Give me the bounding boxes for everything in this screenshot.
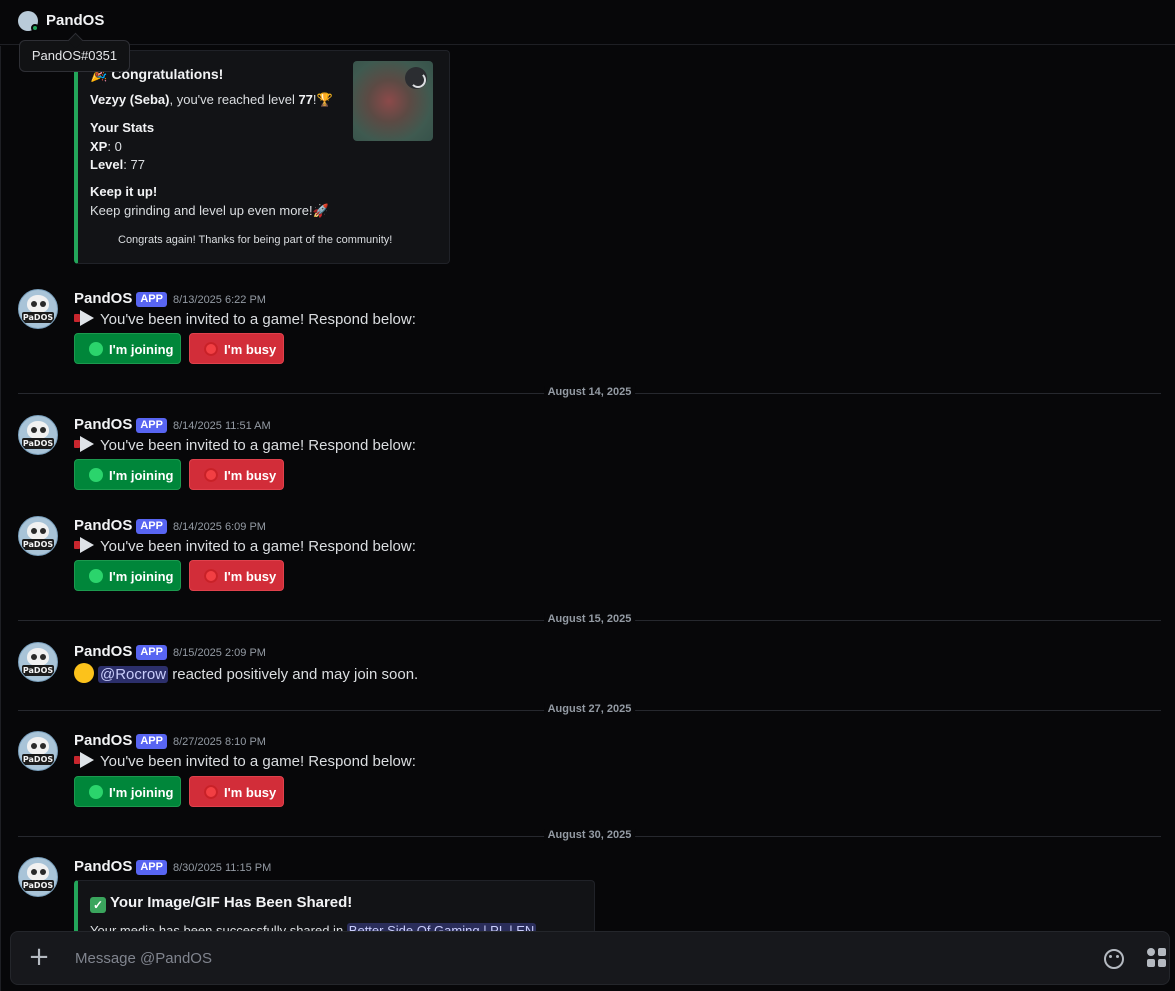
join-button[interactable]: I'm joining: [74, 459, 181, 490]
megaphone-icon: [74, 752, 96, 768]
author-avatar[interactable]: PaDOS: [18, 857, 58, 897]
message-header: PandOS APP 8/15/2025 2:09 PM: [74, 643, 266, 661]
red-circle-icon: [204, 569, 218, 583]
date-divider: August 15, 2025: [18, 613, 1161, 625]
user-mention[interactable]: @Rocrow: [98, 666, 169, 683]
level-up-embed: 🎉 Congratulations! Vezyy (Seba), you've …: [74, 50, 450, 264]
smiley-icon: [74, 663, 94, 683]
app-badge: APP: [136, 418, 167, 433]
green-circle-icon: [89, 785, 103, 799]
red-circle-icon: [204, 342, 218, 356]
megaphone-icon: [74, 436, 96, 452]
embed-xp: XP: 0: [90, 139, 122, 154]
megaphone-icon: [74, 537, 96, 553]
message-header: PandOS APP 8/14/2025 11:51 AM: [74, 416, 271, 434]
author-avatar[interactable]: PaDOS: [18, 642, 58, 682]
message-input[interactable]: Message @PandOS: [75, 950, 212, 967]
message-header: PandOS APP 8/14/2025 6:09 PM: [74, 517, 266, 535]
join-button[interactable]: I'm joining: [74, 333, 181, 364]
message-list[interactable]: 🎉 Congratulations! Vezyy (Seba), you've …: [0, 46, 1175, 931]
message-text: @Rocrow reacted positively and may join …: [74, 663, 418, 683]
username-tooltip: PandOS#0351: [19, 40, 130, 72]
green-circle-icon: [89, 569, 103, 583]
author-name[interactable]: PandOS: [74, 643, 132, 660]
embed-keep-heading: Keep it up!: [90, 184, 158, 199]
megaphone-icon: [74, 310, 96, 326]
message-header: PandOS APP 8/30/2025 11:15 PM: [74, 858, 271, 876]
add-attachment-icon[interactable]: +: [27, 944, 51, 970]
join-button[interactable]: I'm joining: [74, 776, 181, 807]
author-name[interactable]: PandOS: [74, 416, 132, 433]
embed-footer: Congrats again! Thanks for being part of…: [118, 234, 393, 246]
embed-stats-heading: Your Stats: [90, 120, 155, 135]
embed-keep-text: Keep grinding and level up even more! 🚀: [90, 203, 329, 219]
busy-button[interactable]: I'm busy: [189, 459, 284, 490]
timestamp[interactable]: 8/15/2025 2:09 PM: [173, 647, 266, 659]
embed-text: Your media has been successfully shared …: [90, 923, 537, 931]
message-header: PandOS APP 8/13/2025 6:22 PM: [74, 290, 266, 308]
check-mark-icon: ✓: [90, 897, 106, 913]
embed-level-line: Vezyy (Seba), you've reached level 77! 🏆: [90, 92, 333, 108]
app-badge: APP: [136, 860, 167, 875]
busy-button[interactable]: I'm busy: [189, 560, 284, 591]
rocket-icon: 🚀: [312, 204, 329, 219]
author-avatar[interactable]: PaDOS: [18, 731, 58, 771]
date-divider: August 30, 2025: [18, 829, 1161, 841]
date-divider: August 14, 2025: [18, 386, 1161, 398]
busy-button[interactable]: I'm busy: [189, 333, 284, 364]
message-text: You've been invited to a game! Respond b…: [74, 310, 416, 328]
red-circle-icon: [204, 785, 218, 799]
timestamp[interactable]: 8/27/2025 8:10 PM: [173, 736, 266, 748]
embed-title: ✓ Your Image/GIF Has Been Shared!: [90, 894, 352, 913]
red-circle-icon: [204, 468, 218, 482]
emoji-picker-icon[interactable]: [1104, 949, 1124, 969]
author-name[interactable]: PandOS: [74, 517, 132, 534]
message-text: You've been invited to a game! Respond b…: [74, 537, 416, 555]
channel-mention[interactable]: Better Side Of Gaming | PL | EN: [346, 923, 537, 931]
trophy-icon: 🏆: [316, 93, 333, 108]
embed-level: Level: 77: [90, 157, 145, 172]
author-name[interactable]: PandOS: [74, 732, 132, 749]
message-header: PandOS APP 8/27/2025 8:10 PM: [74, 732, 266, 750]
embed-thumbnail[interactable]: [353, 61, 433, 141]
loading-spinner-icon: [405, 67, 427, 89]
app-badge: APP: [136, 645, 167, 660]
green-circle-icon: [89, 342, 103, 356]
app-badge: APP: [136, 519, 167, 534]
author-name[interactable]: PandOS: [74, 290, 132, 307]
apps-icon[interactable]: [1147, 948, 1167, 968]
timestamp[interactable]: 8/13/2025 6:22 PM: [173, 294, 266, 306]
app-badge: APP: [136, 292, 167, 307]
timestamp[interactable]: 8/14/2025 6:09 PM: [173, 521, 266, 533]
author-avatar[interactable]: PaDOS: [18, 516, 58, 556]
author-avatar[interactable]: PaDOS: [18, 289, 58, 329]
author-avatar[interactable]: PaDOS: [18, 415, 58, 455]
timestamp[interactable]: 8/14/2025 11:51 AM: [173, 420, 271, 432]
join-button[interactable]: I'm joining: [74, 560, 181, 591]
message-composer: + Message @PandOS: [10, 931, 1170, 985]
online-status-icon: [31, 24, 39, 32]
share-embed: ✓ Your Image/GIF Has Been Shared! Your me…: [74, 880, 595, 931]
message-text: You've been invited to a game! Respond b…: [74, 752, 416, 770]
app-badge: APP: [136, 734, 167, 749]
busy-button[interactable]: I'm busy: [189, 776, 284, 807]
author-name[interactable]: PandOS: [74, 858, 132, 875]
green-circle-icon: [89, 468, 103, 482]
timestamp[interactable]: 8/30/2025 11:15 PM: [173, 862, 271, 874]
header-title[interactable]: PandOS: [46, 12, 104, 29]
message-text: You've been invited to a game! Respond b…: [74, 436, 416, 454]
channel-header: PandOS: [0, 0, 1175, 45]
date-divider: August 27, 2025: [18, 703, 1161, 715]
